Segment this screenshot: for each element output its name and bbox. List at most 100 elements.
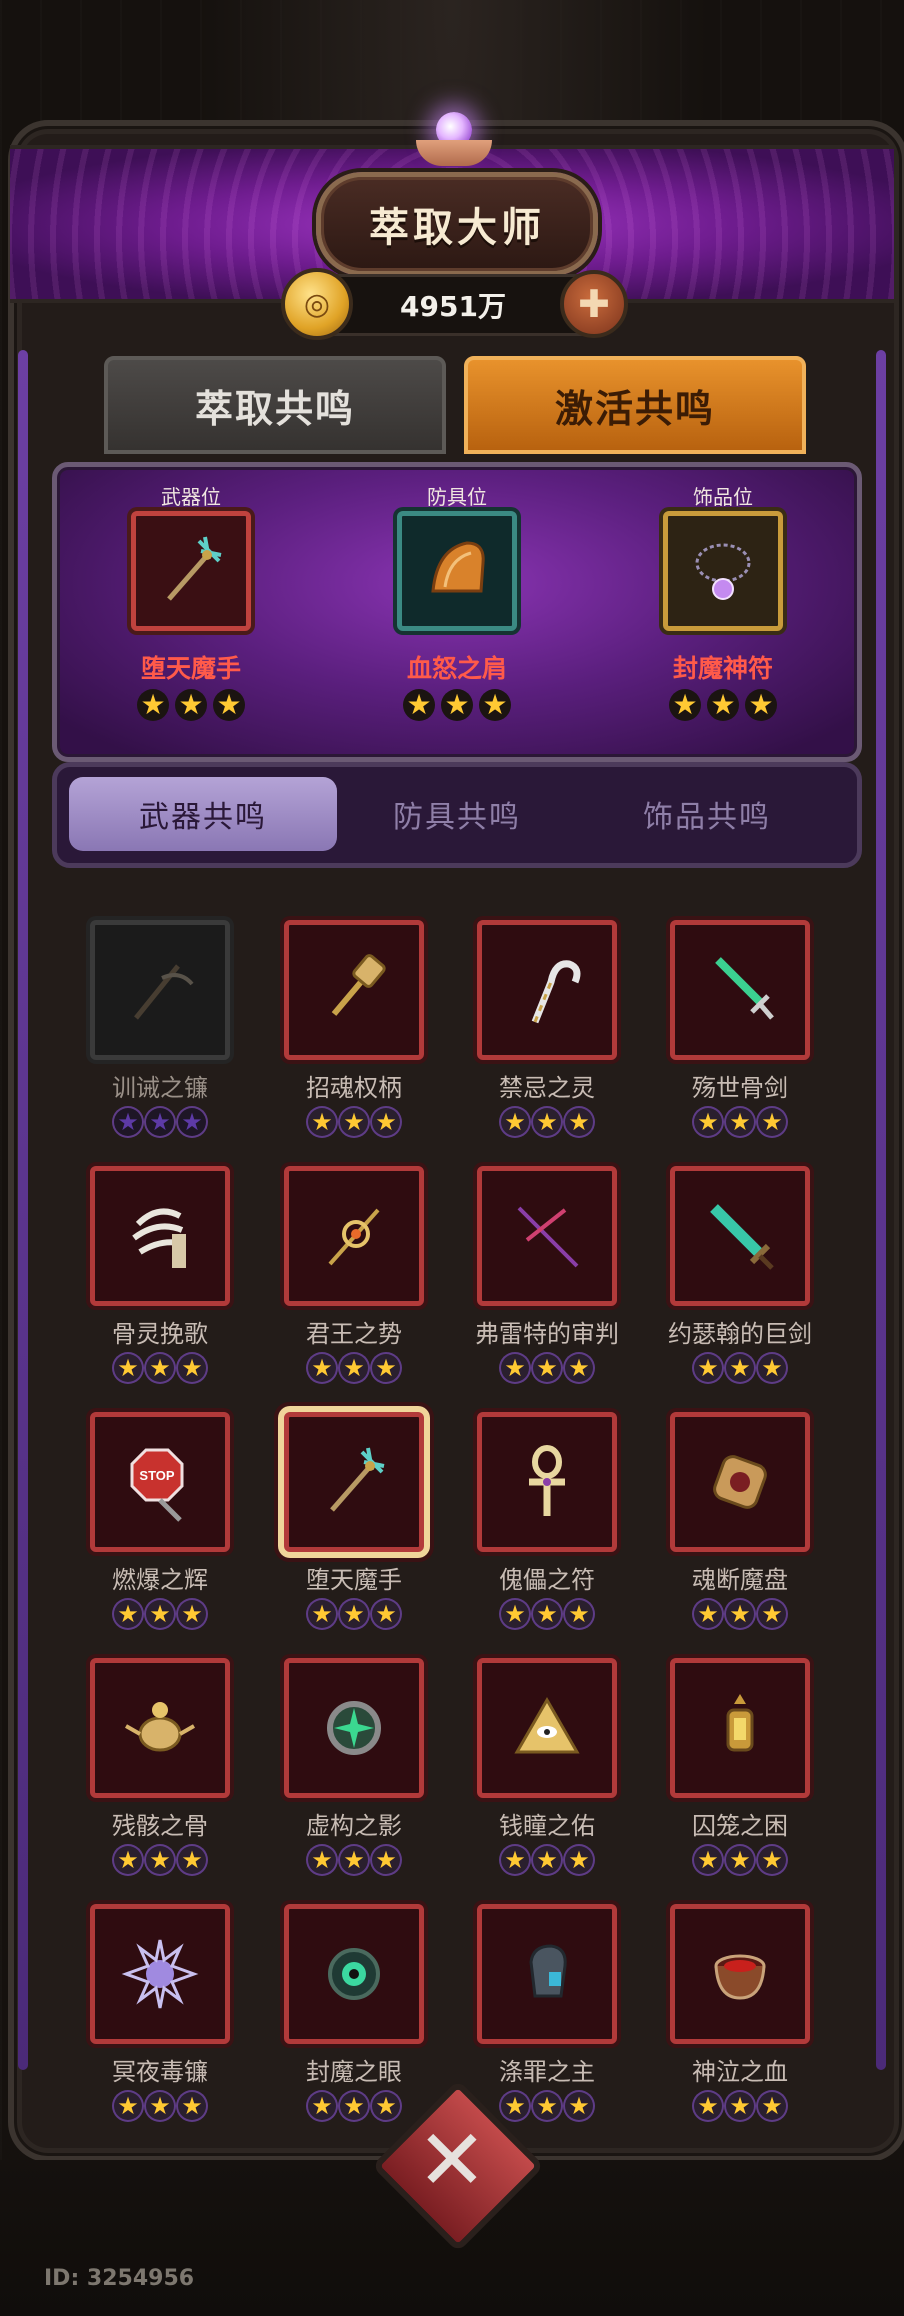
armor-slot[interactable]: 防具位 血怒之肩 ★ ★ ★ xyxy=(357,467,557,757)
weapon-name: 神泣之血 xyxy=(692,2058,788,2086)
weapon-name: 殇世骨剑 xyxy=(692,1074,788,1102)
star-icon: ★ xyxy=(175,689,207,721)
star-icon: ★ xyxy=(694,2092,722,2120)
star-icon: ★ xyxy=(340,1600,368,1628)
star-icon: ★ xyxy=(758,1354,786,1382)
weapon-card[interactable]: 神泣之血 ★ ★ ★ xyxy=(650,1904,830,2134)
item-icon-frame xyxy=(284,1166,424,1306)
add-currency-button[interactable]: ✚ xyxy=(560,270,628,338)
close-icon[interactable]: ✕ xyxy=(397,2105,507,2215)
weapon-card[interactable]: 禁忌之灵 ★ ★ ★ xyxy=(457,920,637,1150)
spiked-orb-icon xyxy=(121,1939,199,2009)
tab-accessory-resonance[interactable]: 饰品共鸣 xyxy=(573,777,841,851)
weapon-slot[interactable]: 武器位 堕天魔手 ★ ★ ★ xyxy=(91,467,291,757)
stop-sign-text: STOP xyxy=(139,1468,174,1483)
tab-activate-resonance[interactable]: 激活共鸣 xyxy=(464,356,806,454)
star-icon: ★ xyxy=(340,1846,368,1874)
weapon-name: 约瑟翰的巨剑 xyxy=(668,1320,812,1348)
weapon-card[interactable]: 傀儡之符 ★ ★ ★ xyxy=(457,1412,637,1642)
star-icon: ★ xyxy=(308,1846,336,1874)
scythe-icon xyxy=(134,964,194,1020)
star-icon: ★ xyxy=(372,1846,400,1874)
star-icon: ★ xyxy=(308,2092,336,2120)
item-icon-frame xyxy=(477,1166,617,1306)
star-icon: ★ xyxy=(340,1108,368,1136)
weapon-card[interactable]: 封魔之眼 ★ ★ ★ xyxy=(264,1904,444,2134)
weapon-card[interactable]: 钱瞳之佑 ★ ★ ★ xyxy=(457,1658,637,1888)
coin-icon: ◎ xyxy=(281,268,353,340)
star-icon: ★ xyxy=(114,1600,142,1628)
weapon-card[interactable]: 约瑟翰的巨剑 ★ ★ ★ xyxy=(650,1166,830,1396)
item-icon-frame xyxy=(90,1658,230,1798)
gauntlet-icon xyxy=(529,1944,567,1998)
item-icon-frame xyxy=(477,1658,617,1798)
weapon-card[interactable]: 囚笼之困 ★ ★ ★ xyxy=(650,1658,830,1888)
weapon-card[interactable]: 魂断魔盘 ★ ★ ★ xyxy=(650,1412,830,1642)
weapon-name: 招魂权柄 xyxy=(306,1074,402,1102)
tab-extract-resonance[interactable]: 萃取共鸣 xyxy=(104,356,446,454)
item-icon-frame xyxy=(90,920,230,1060)
weapon-card[interactable]: 冥夜毒镰 ★ ★ ★ xyxy=(70,1904,250,2134)
bone-sword-icon xyxy=(715,957,774,1020)
star-icon: ★ xyxy=(403,689,435,721)
star-icon: ★ xyxy=(758,1846,786,1874)
star-icon: ★ xyxy=(501,1846,529,1874)
weapon-card[interactable]: 涤罪之主 ★ ★ ★ xyxy=(457,1904,637,2134)
item-icon-frame xyxy=(670,920,810,1060)
item-icon-frame xyxy=(670,1904,810,2044)
star-icon: ★ xyxy=(694,1600,722,1628)
star-icon: ★ xyxy=(501,1354,529,1382)
weapon-card[interactable]: STOP 燃爆之辉 ★ ★ ★ xyxy=(70,1412,250,1642)
item-icon-frame: STOP xyxy=(90,1412,230,1552)
star-icon: ★ xyxy=(114,1354,142,1382)
slot-stars: ★ ★ ★ xyxy=(91,689,291,721)
weapon-card[interactable]: 训诫之镰 ★ ★ ★ xyxy=(70,920,250,1150)
bone-claw-icon xyxy=(132,1208,186,1268)
weapon-name: 冥夜毒镰 xyxy=(112,2058,208,2086)
slot-caption: 饰品位 xyxy=(693,485,753,509)
weapon-name: 堕天魔手 xyxy=(306,1566,402,1594)
star-icon: ★ xyxy=(178,1354,206,1382)
weapon-name: 残骸之骨 xyxy=(112,1812,208,1840)
plus-icon: ✚ xyxy=(578,282,610,326)
weapon-stars: ★ ★ ★ xyxy=(70,1600,250,1628)
weapon-stars: ★ ★ ★ xyxy=(650,1600,830,1628)
stop-sign-icon: STOP xyxy=(130,1448,184,1522)
star-icon: ★ xyxy=(501,1108,529,1136)
weapon-card[interactable]: 骨灵挽歌 ★ ★ ★ xyxy=(70,1166,250,1396)
accessory-slot[interactable]: 饰品位 封魔神符 ★ ★ ★ xyxy=(623,467,823,757)
star-icon: ★ xyxy=(114,2092,142,2120)
weapon-card[interactable]: 虚构之影 ★ ★ ★ xyxy=(264,1658,444,1888)
ankh-icon xyxy=(529,1445,565,1516)
lantern-icon xyxy=(726,1694,754,1752)
amulet-icon xyxy=(695,543,751,600)
star-icon: ★ xyxy=(533,1108,561,1136)
star-icon: ★ xyxy=(707,689,739,721)
weapon-stars: ★ ★ ★ xyxy=(264,1108,444,1136)
star-icon: ★ xyxy=(372,1600,400,1628)
star-icon: ★ xyxy=(308,1354,336,1382)
tab-weapon-resonance[interactable]: 武器共鸣 xyxy=(69,777,337,851)
star-icon: ★ xyxy=(726,1846,754,1874)
weapon-stars: ★ ★ ★ xyxy=(264,1846,444,1874)
weapon-card[interactable]: 残骸之骨 ★ ★ ★ xyxy=(70,1658,250,1888)
star-icon: ★ xyxy=(114,1108,142,1136)
weapon-card[interactable]: 堕天魔手 ★ ★ ★ xyxy=(264,1412,444,1642)
slot-caption: 防具位 xyxy=(427,485,487,509)
weapon-name: 囚笼之困 xyxy=(692,1812,788,1840)
weapon-stars: ★ ★ ★ xyxy=(650,2092,830,2120)
weapon-card[interactable]: 招魂权柄 ★ ★ ★ xyxy=(264,920,444,1150)
weapon-card[interactable]: 弗雷特的审判 ★ ★ ★ xyxy=(457,1166,637,1396)
star-icon: ★ xyxy=(565,1354,593,1382)
weapon-card[interactable]: 君王之势 ★ ★ ★ xyxy=(264,1166,444,1396)
item-icon-frame xyxy=(90,1166,230,1306)
star-icon: ★ xyxy=(178,1600,206,1628)
weapon-card[interactable]: 殇世骨剑 ★ ★ ★ xyxy=(650,920,830,1150)
star-icon: ★ xyxy=(565,1108,593,1136)
green-orb-icon xyxy=(327,1701,381,1755)
weapon-name: 燃爆之辉 xyxy=(112,1566,208,1594)
eye-pyramid-icon xyxy=(514,1696,580,1754)
tab-armor-resonance[interactable]: 防具共鸣 xyxy=(323,777,591,851)
item-icon-frame xyxy=(284,1658,424,1798)
selected-item-frame xyxy=(284,1412,424,1552)
